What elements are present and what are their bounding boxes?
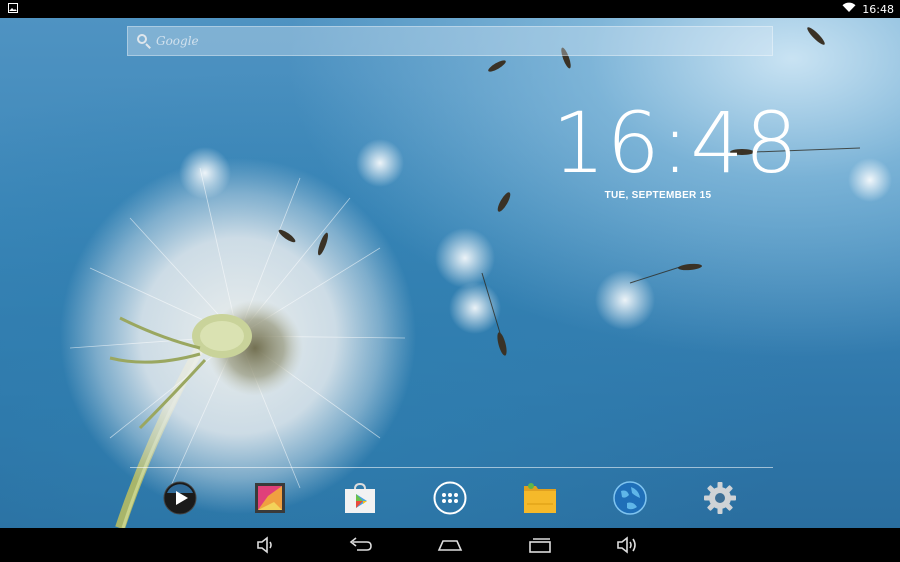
recent-apps-icon[interactable] xyxy=(525,533,555,557)
play-store-icon[interactable] xyxy=(340,478,380,518)
browser-icon[interactable] xyxy=(610,478,650,518)
app-drawer-icon[interactable] xyxy=(430,478,470,518)
gallery-icon[interactable] xyxy=(250,478,290,518)
volume-up-icon[interactable] xyxy=(614,533,644,557)
status-time: 16:48 xyxy=(862,2,894,16)
app-dock xyxy=(150,478,760,522)
media-player-icon[interactable] xyxy=(160,478,200,518)
clock-time: 16:48 xyxy=(552,94,800,192)
clock-widget[interactable]: 16:48 TUE, SEPTEMBER 15 xyxy=(552,94,800,201)
status-bar: 16:48 xyxy=(0,0,900,18)
settings-icon[interactable] xyxy=(700,478,740,518)
file-manager-icon[interactable] xyxy=(520,478,560,518)
search-placeholder: Google xyxy=(156,34,199,48)
google-search-bar[interactable]: Google xyxy=(127,26,773,56)
volume-down-icon[interactable] xyxy=(252,533,282,557)
status-right: 16:48 xyxy=(842,0,894,18)
back-icon[interactable] xyxy=(345,533,375,557)
home-icon[interactable] xyxy=(435,533,465,557)
dock-divider xyxy=(130,467,773,468)
search-icon xyxy=(136,33,152,49)
wifi-icon xyxy=(842,2,856,16)
navigation-bar xyxy=(0,528,900,562)
image-notification-icon xyxy=(8,3,18,13)
